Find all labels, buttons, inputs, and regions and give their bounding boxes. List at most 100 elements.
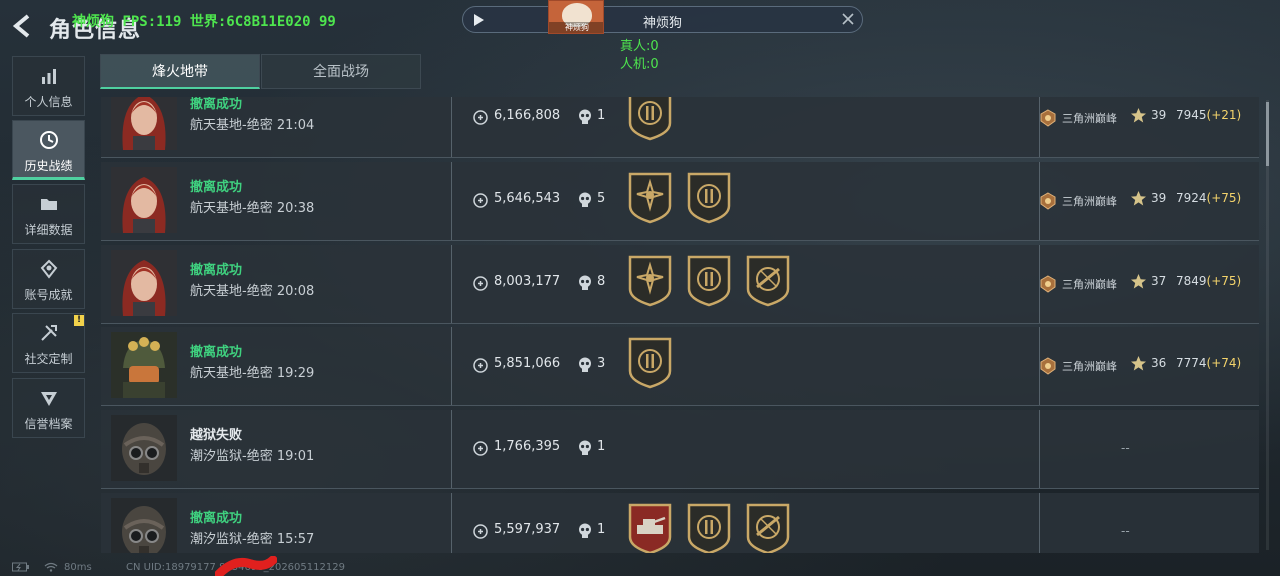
tab-full-battlefield[interactable]: 全面战场 xyxy=(261,54,421,89)
player-level: 36 xyxy=(1151,356,1167,370)
operator-portrait xyxy=(111,250,177,316)
skull-icon xyxy=(578,440,592,456)
sun-medal-icon[interactable] xyxy=(686,503,732,553)
rifle-medal-icon[interactable] xyxy=(745,503,791,553)
rank-score-value: 7849 xyxy=(1176,274,1207,288)
match-history-list[interactable]: 撤离成功 航天基地-绝密 21:04 6,166,808 1 三角洲巅峰 39 7945(+… xyxy=(101,97,1259,553)
rank-name: 三角洲巅峰 xyxy=(1062,278,1117,291)
scrollbar-track[interactable] xyxy=(1266,100,1269,550)
operator-portrait xyxy=(111,97,177,150)
close-icon[interactable] xyxy=(841,12,855,26)
match-map-time: 航天基地-绝密 20:38 xyxy=(190,201,315,216)
redaction-mark xyxy=(215,556,277,576)
scrollbar-thumb[interactable] xyxy=(1266,102,1269,166)
rank-name: 三角洲巅峰 xyxy=(1062,112,1117,125)
tools-icon xyxy=(41,325,57,341)
sun-medal-icon[interactable] xyxy=(627,97,673,141)
back-arrow-icon[interactable] xyxy=(10,12,38,40)
match-row[interactable]: 撤离成功 航天基地-绝密 20:38 5,646,543 5 三角洲巅峰 39 7924(+… xyxy=(101,162,1259,241)
loot-value: 1,766,395 xyxy=(494,439,561,454)
player-pill[interactable]: 神烦狗 xyxy=(462,6,863,33)
match-status: 撤离成功 xyxy=(190,263,243,278)
player-level: 39 xyxy=(1151,191,1167,205)
notification-badge: ! xyxy=(74,315,84,326)
sidebar-item-label: 社交定制 xyxy=(24,352,73,366)
match-map-time: 航天基地-绝密 20:08 xyxy=(190,284,315,299)
match-row[interactable]: 撤离成功 航天基地-绝密 21:04 6,166,808 1 三角洲巅峰 39 7945(+… xyxy=(101,97,1259,158)
kill-count: 5 xyxy=(597,191,606,206)
sidebar-item-achievements[interactable]: 账号成就 xyxy=(12,249,85,309)
match-status: 越狱失败 xyxy=(190,428,243,443)
rank-score-value: 7924 xyxy=(1176,191,1207,205)
coin-icon xyxy=(473,276,488,291)
sun-medal-icon[interactable] xyxy=(627,337,673,389)
match-map-time: 航天基地-绝密 19:29 xyxy=(190,366,315,381)
operator-portrait xyxy=(111,167,177,233)
star-icon xyxy=(1130,190,1147,207)
rank-score: 7924(+75) xyxy=(1176,191,1241,205)
match-row[interactable]: 撤离成功 航天基地-绝密 20:08 8,003,177 8 三角洲巅峰 37 7849(+… xyxy=(101,245,1259,324)
no-rank-placeholder: -- xyxy=(1121,524,1130,538)
loot-value: 5,597,937 xyxy=(494,522,561,537)
rank-score: 7945(+21) xyxy=(1176,108,1241,122)
player-avatar: 神烦狗 xyxy=(548,0,604,34)
match-map-time: 潮汐监狱-绝密 15:57 xyxy=(190,532,315,547)
bot-count: 人机:0 xyxy=(620,57,659,72)
kill-count: 1 xyxy=(597,522,606,537)
match-row[interactable]: 撤离成功 潮汐监狱-绝密 15:57 5,597,937 1 -- xyxy=(101,493,1259,553)
rank-emblem-icon xyxy=(1039,275,1057,293)
sidebar-item-profile[interactable]: 个人信息 xyxy=(12,56,85,116)
kill-count: 1 xyxy=(597,108,606,123)
sidebar-item-history[interactable]: 历史战绩 xyxy=(12,120,85,180)
kill-count: 8 xyxy=(597,274,606,289)
rank-emblem-icon xyxy=(1039,357,1057,375)
bar-chart-icon xyxy=(42,69,56,84)
column-divider xyxy=(451,493,452,553)
real-player-count: 真人:0 xyxy=(620,39,659,54)
rank-score-value: 7774 xyxy=(1176,356,1207,370)
battery-icon xyxy=(12,562,29,572)
skull-icon xyxy=(578,523,592,539)
operator-portrait xyxy=(111,415,177,481)
play-icon[interactable] xyxy=(472,13,486,27)
column-divider xyxy=(1039,493,1040,553)
coin-icon xyxy=(473,358,488,373)
sidebar-item-label: 详细数据 xyxy=(24,223,73,237)
match-row[interactable]: 越狱失败 潮汐监狱-绝密 19:01 1,766,395 1 -- xyxy=(101,410,1259,489)
rank-emblem-icon xyxy=(1039,192,1057,210)
rank-name: 三角洲巅峰 xyxy=(1062,360,1117,373)
no-rank-placeholder: -- xyxy=(1121,441,1130,455)
sidebar-item-label: 账号成就 xyxy=(24,288,73,302)
sun-medal-icon[interactable] xyxy=(686,172,732,224)
operator-portrait xyxy=(111,498,177,553)
star-medal-icon[interactable] xyxy=(627,255,673,307)
rank-score-delta: (+74) xyxy=(1206,356,1242,370)
skull-icon xyxy=(578,192,592,208)
star-medal-icon[interactable] xyxy=(627,172,673,224)
rifle-medal-icon[interactable] xyxy=(745,255,791,307)
coin-icon xyxy=(473,524,488,539)
wifi-icon xyxy=(44,562,58,572)
clock-icon xyxy=(40,131,58,149)
avatar-label: 神烦狗 xyxy=(549,22,603,33)
sidebar-item-label: 信誉档案 xyxy=(24,417,73,431)
loot-value: 8,003,177 xyxy=(494,274,561,289)
loot-value: 5,646,543 xyxy=(494,191,561,206)
column-divider xyxy=(451,245,452,323)
match-status: 撤离成功 xyxy=(190,97,243,112)
tab-hazard-zone[interactable]: 烽火地带 xyxy=(100,54,260,89)
sidebar-item-label: 历史战绩 xyxy=(24,159,73,173)
coin-icon xyxy=(473,193,488,208)
sidebar-item-details[interactable]: 详细数据 xyxy=(12,184,85,244)
shield-icon xyxy=(41,392,57,406)
match-map-time: 潮汐监狱-绝密 19:01 xyxy=(190,449,315,464)
ping-value: 80ms xyxy=(64,562,92,573)
achievement-icon xyxy=(40,259,58,279)
skull-icon xyxy=(578,109,592,125)
star-icon xyxy=(1130,355,1147,372)
tank-medal-icon[interactable] xyxy=(627,503,673,553)
player-name: 神烦狗 xyxy=(643,16,683,31)
match-row[interactable]: 撤离成功 航天基地-绝密 19:29 5,851,066 3 三角洲巅峰 36 7774(+… xyxy=(101,327,1259,406)
sidebar-item-reputation[interactable]: 信誉档案 xyxy=(12,378,85,438)
sun-medal-icon[interactable] xyxy=(686,255,732,307)
